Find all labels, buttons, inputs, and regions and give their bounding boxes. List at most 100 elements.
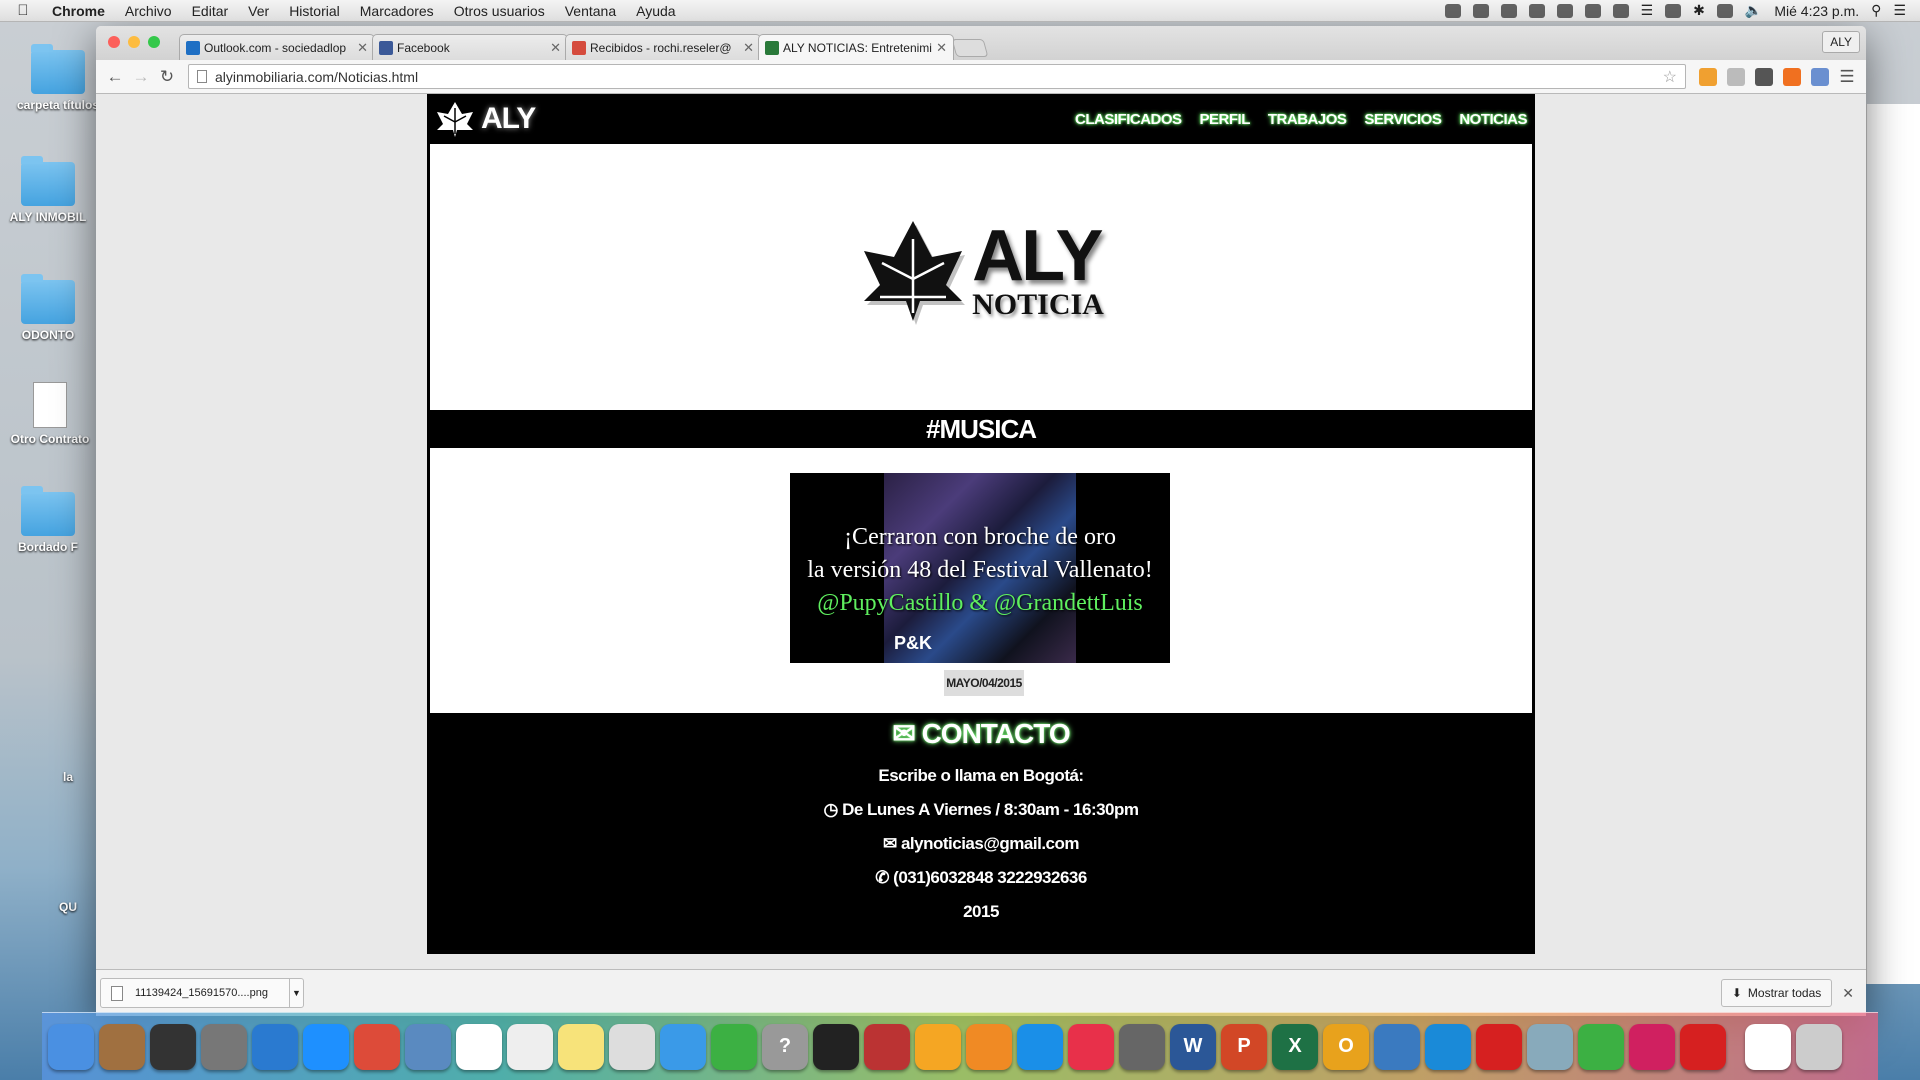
drive-icon[interactable]: [1584, 3, 1601, 18]
creative-cloud-icon[interactable]: [1680, 1023, 1726, 1070]
chrome-icon[interactable]: [354, 1023, 400, 1070]
profile-button[interactable]: ALY: [1822, 31, 1860, 53]
desktop-file-contrato[interactable]: Otro Contrato: [2, 382, 98, 446]
word-icon[interactable]: W: [1170, 1023, 1216, 1070]
close-tab-icon[interactable]: ✕: [936, 40, 947, 56]
desktop-folder-carpeta[interactable]: carpeta títulos: [10, 44, 106, 112]
calendar-icon[interactable]: [456, 1023, 502, 1070]
menu-ver[interactable]: Ver: [238, 3, 279, 19]
nav-noticias[interactable]: NOTICIAS: [1459, 111, 1527, 128]
extension-code-icon[interactable]: [1811, 67, 1829, 86]
bookmark-star-icon[interactable]: ☆: [1663, 67, 1677, 87]
evernote-icon[interactable]: [1472, 3, 1489, 18]
reminders-icon[interactable]: [507, 1023, 553, 1070]
tab-gmail[interactable]: Recibidos - rochi.reseler@ ✕: [565, 34, 761, 60]
safari-icon[interactable]: [303, 1023, 349, 1070]
bluetooth-icon[interactable]: ✱: [1693, 2, 1705, 19]
teamviewer-icon[interactable]: [1425, 1023, 1471, 1070]
tab-facebook[interactable]: Facebook ✕: [372, 34, 568, 60]
dropbox-icon[interactable]: [1556, 3, 1573, 18]
facetime-icon[interactable]: [711, 1023, 757, 1070]
menu-editar[interactable]: Editar: [182, 3, 239, 19]
nav-trabajos[interactable]: TRABAJOS: [1268, 111, 1347, 128]
app-store-icon[interactable]: [1017, 1023, 1063, 1070]
trash-icon[interactable]: [1796, 1023, 1842, 1070]
back-icon[interactable]: ←: [102, 67, 128, 87]
desktop-folder-aly[interactable]: ALY INMOBIL: [0, 156, 96, 224]
extension-sync-icon[interactable]: [1755, 67, 1773, 86]
menu-ventana[interactable]: Ventana: [555, 3, 626, 19]
status-app-icon[interactable]: [1500, 3, 1517, 18]
minimize-window-button[interactable]: [128, 36, 140, 48]
site-brand[interactable]: ALY: [435, 100, 536, 138]
chrome-menu-icon[interactable]: ☰: [1834, 67, 1860, 87]
extension-new-icon[interactable]: [1699, 67, 1717, 86]
wifi-icon[interactable]: ☰: [1641, 2, 1654, 19]
close-tab-icon[interactable]: ✕: [357, 40, 368, 56]
menu-app-name[interactable]: Chrome: [46, 3, 115, 19]
menu-otros-usuarios[interactable]: Otros usuarios: [444, 3, 555, 19]
document-stack-icon[interactable]: [1745, 1023, 1791, 1070]
notification-center-icon[interactable]: ☰: [1893, 2, 1906, 19]
close-tab-icon[interactable]: ✕: [550, 40, 561, 56]
downloader-icon[interactable]: [1578, 1023, 1624, 1070]
tab-outlook[interactable]: Outlook.com - sociedadlop ✕: [179, 34, 375, 60]
system-preferences-icon[interactable]: [1119, 1023, 1165, 1070]
finder-icon[interactable]: [48, 1023, 94, 1070]
tab-aly-noticias[interactable]: ALY NOTICIAS: Entretenimi ✕: [758, 34, 954, 60]
photo-booth-icon[interactable]: [864, 1023, 910, 1070]
close-window-button[interactable]: [108, 36, 120, 48]
spotlight-search-icon[interactable]: ⚲: [1871, 2, 1881, 19]
excel-icon[interactable]: X: [1272, 1023, 1318, 1070]
new-tab-button[interactable]: [951, 39, 989, 57]
desktop-folder-bordado[interactable]: Bordado F: [0, 486, 96, 554]
contacts-icon[interactable]: [99, 1023, 145, 1070]
terminal-icon[interactable]: [813, 1023, 859, 1070]
status-app-icon[interactable]: [1444, 3, 1461, 18]
menu-historial[interactable]: Historial: [279, 3, 350, 19]
menu-clock[interactable]: Mié 4:23 p.m.: [1774, 3, 1859, 19]
ibooks-icon[interactable]: [966, 1023, 1012, 1070]
display-icon[interactable]: [1716, 3, 1733, 18]
menu-archivo[interactable]: Archivo: [115, 3, 182, 19]
mail-icon[interactable]: [405, 1023, 451, 1070]
onedrive-icon[interactable]: [252, 1023, 298, 1070]
launchpad-icon[interactable]: [201, 1023, 247, 1070]
reload-icon[interactable]: ↻: [154, 67, 180, 87]
preview-icon[interactable]: [609, 1023, 655, 1070]
photos-icon[interactable]: [915, 1023, 961, 1070]
nav-clasificados[interactable]: CLASIFICADOS: [1075, 111, 1182, 128]
forward-icon[interactable]: →: [128, 67, 154, 87]
close-tab-icon[interactable]: ✕: [743, 40, 754, 56]
outlook-dock-icon[interactable]: O: [1323, 1023, 1369, 1070]
image-capture-icon[interactable]: [1527, 1023, 1573, 1070]
volume-icon[interactable]: 🔈: [1745, 2, 1762, 19]
airplay-icon[interactable]: [1612, 3, 1629, 18]
lips-app-icon[interactable]: [1629, 1023, 1675, 1070]
notes-icon[interactable]: [558, 1023, 604, 1070]
download-item[interactable]: 11139424_15691570....png ▼: [100, 978, 304, 1008]
news-image[interactable]: ¡Cerraron con broche de oro la versión 4…: [790, 473, 1170, 663]
menu-marcadores[interactable]: Marcadores: [350, 3, 444, 19]
acrobat-icon[interactable]: [1476, 1023, 1522, 1070]
desktop-folder-odonto[interactable]: ODONTO: [0, 274, 96, 342]
powerpoint-icon[interactable]: P: [1221, 1023, 1267, 1070]
network-app-icon[interactable]: [1374, 1023, 1420, 1070]
nav-servicios[interactable]: SERVICIOS: [1364, 111, 1441, 128]
apple-menu-icon[interactable]: : [0, 2, 46, 19]
menu-ayuda[interactable]: Ayuda: [626, 3, 685, 19]
contact-email[interactable]: alynoticias@gmail.com: [901, 834, 1080, 853]
itunes-icon[interactable]: [1068, 1023, 1114, 1070]
close-download-bar-icon[interactable]: ✕: [1842, 985, 1854, 1002]
nav-perfil[interactable]: PERFIL: [1200, 111, 1251, 128]
extension-analytics-icon[interactable]: [1783, 67, 1801, 86]
show-all-downloads-button[interactable]: ⬇ Mostrar todas: [1720, 979, 1833, 1007]
messages-icon[interactable]: [660, 1023, 706, 1070]
zoom-window-button[interactable]: [148, 36, 160, 48]
time-machine-icon[interactable]: [1665, 3, 1682, 18]
address-bar[interactable]: alyinmobiliaria.com/Noticias.html ☆: [188, 64, 1686, 89]
skype-icon[interactable]: [1528, 3, 1545, 18]
help-icon[interactable]: ?: [762, 1023, 808, 1070]
dashboard-icon[interactable]: [150, 1023, 196, 1070]
settings-gear-icon[interactable]: [1727, 67, 1745, 86]
